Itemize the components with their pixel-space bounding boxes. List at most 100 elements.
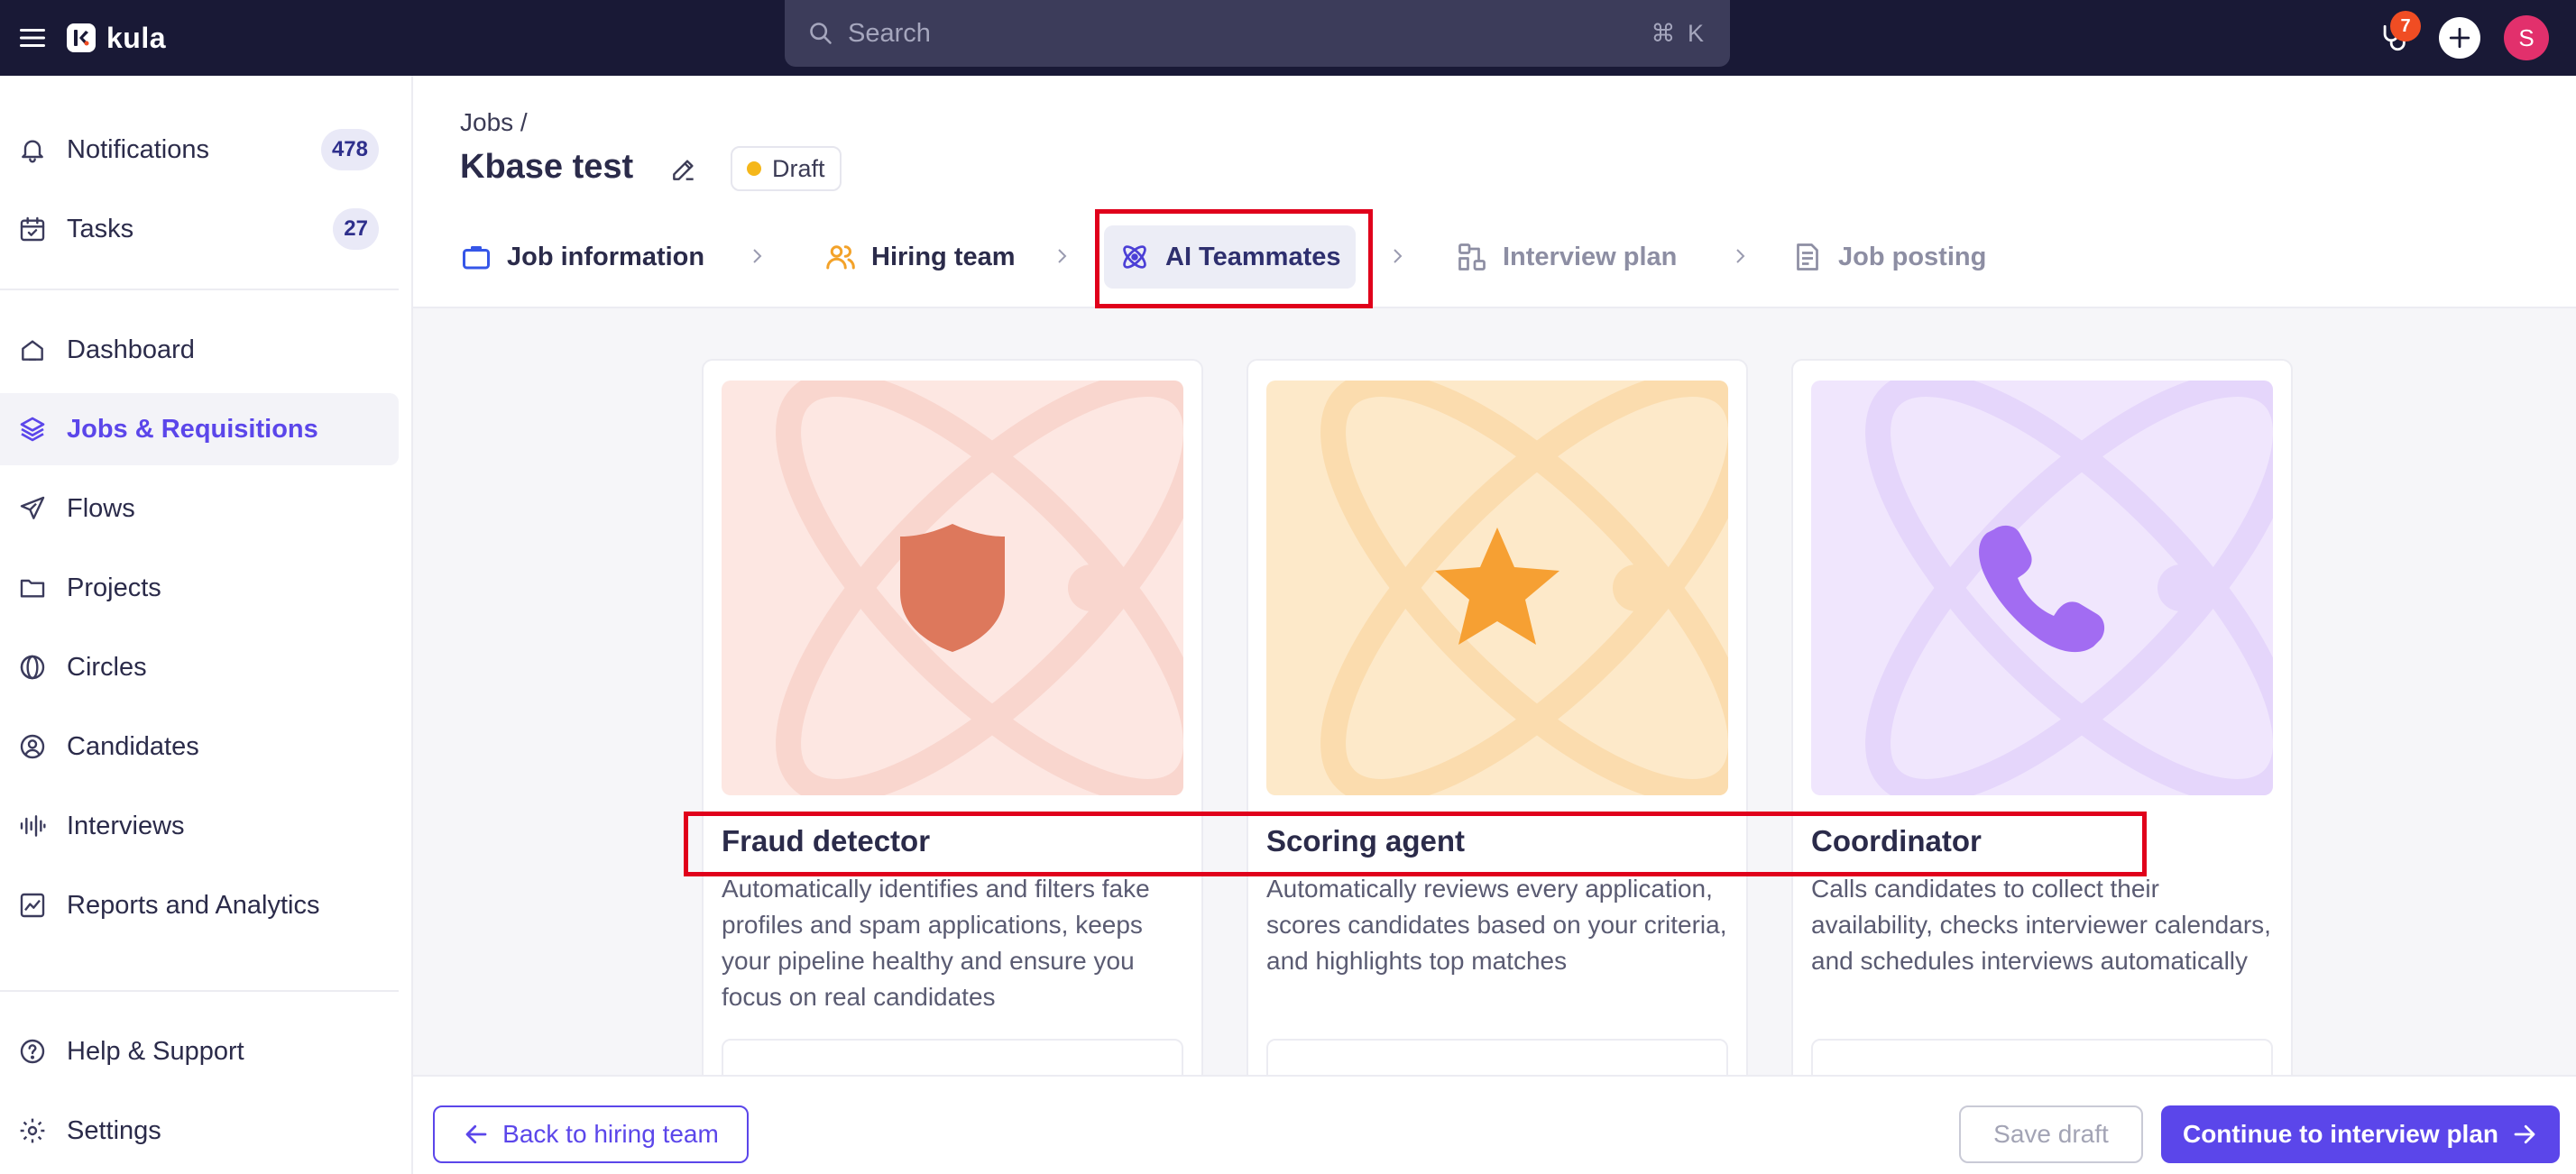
card-title: Coordinator xyxy=(1811,824,1982,858)
bell-icon xyxy=(16,133,49,166)
step-label: AI Teammates xyxy=(1165,242,1341,271)
add-button[interactable] xyxy=(2439,17,2480,59)
search-input[interactable]: Search ⌘ K xyxy=(785,0,1730,67)
step-interview-plan[interactable]: Interview plan xyxy=(1441,225,1691,289)
card-scoring-agent[interactable]: Scoring agent Automatically reviews ever… xyxy=(1247,359,1748,1075)
chevron-right-icon xyxy=(747,245,768,267)
sidebar-item-label: Notifications xyxy=(67,134,209,164)
sidebar-divider xyxy=(0,289,399,290)
card-action-button[interactable] xyxy=(722,1039,1183,1075)
sidebar-item-label: Reports and Analytics xyxy=(67,890,320,920)
user-avatar[interactable]: S xyxy=(2504,15,2549,60)
sidebar-item-label: Flows xyxy=(67,493,135,523)
sidebar-item-label: Dashboard xyxy=(67,335,195,364)
chart-icon xyxy=(16,889,49,922)
calendar-check-icon xyxy=(16,213,49,245)
shield-icon xyxy=(900,524,1005,652)
sidebar-item-label: Settings xyxy=(67,1115,161,1145)
sidebar-item-interviews[interactable]: Interviews xyxy=(0,790,399,862)
card-fraud-detector[interactable]: Fraud detector Automatically identifies … xyxy=(702,359,1203,1075)
back-button-label: Back to hiring team xyxy=(502,1120,719,1148)
save-draft-button[interactable]: Save draft xyxy=(1959,1105,2143,1163)
gear-icon xyxy=(16,1114,49,1147)
card-description: Calls candidates to collect their availa… xyxy=(1811,875,2271,975)
menu-icon[interactable] xyxy=(14,20,51,56)
star-icon xyxy=(1435,527,1559,645)
arrow-left-icon xyxy=(465,1124,487,1144)
help-icon xyxy=(16,1035,49,1068)
search-icon xyxy=(810,23,832,44)
card-action-button[interactable] xyxy=(1266,1039,1728,1075)
sidebar-item-settings[interactable]: Settings xyxy=(0,1095,399,1167)
layers-icon xyxy=(16,413,49,445)
sidebar-item-notifications[interactable]: Notifications 478 xyxy=(0,114,399,186)
status-dot xyxy=(747,161,761,176)
step-hiring-team[interactable]: Hiring team xyxy=(810,225,1030,289)
sidebar-item-label: Tasks xyxy=(67,214,134,243)
sidebar-item-jobs-requisitions[interactable]: Jobs & Requisitions xyxy=(0,393,399,465)
app-logo[interactable]: kula xyxy=(67,14,166,61)
top-bar: kula Search ⌘ K 7 S xyxy=(0,0,2576,76)
notifications-count-badge: 478 xyxy=(320,129,379,170)
arrow-right-icon xyxy=(2514,1124,2535,1144)
step-job-posting[interactable]: Job posting xyxy=(1777,225,2001,289)
user-circle-icon xyxy=(16,730,49,763)
chevron-right-icon xyxy=(1387,245,1409,267)
search-placeholder: Search xyxy=(848,18,931,48)
card-description: Automatically reviews every application,… xyxy=(1266,875,1727,975)
sidebar-item-circles[interactable]: Circles xyxy=(0,631,399,703)
sidebar-item-label: Interviews xyxy=(67,811,185,840)
audio-wave-icon xyxy=(16,810,49,842)
phone-icon xyxy=(1979,525,2105,653)
sidebar-item-tasks[interactable]: Tasks 27 xyxy=(0,193,399,265)
app-name: kula xyxy=(106,21,167,54)
card-illustration xyxy=(1811,381,2273,795)
edit-title-button[interactable] xyxy=(666,151,702,188)
card-coordinator[interactable]: Coordinator Calls candidates to collect … xyxy=(1791,359,2293,1075)
briefcase-icon xyxy=(463,246,490,270)
sidebar-item-projects[interactable]: Projects xyxy=(0,552,399,624)
breadcrumb[interactable]: Jobs / xyxy=(460,108,528,137)
status-badge: Draft xyxy=(731,146,842,191)
sidebar: Notifications 478 Tasks 27 Dashboard Job… xyxy=(0,76,413,1174)
sidebar-item-dashboard[interactable]: Dashboard xyxy=(0,314,399,386)
kula-logo-icon xyxy=(67,23,96,52)
back-to-hiring-team-button[interactable]: Back to hiring team xyxy=(433,1105,749,1163)
sidebar-item-candidates[interactable]: Candidates xyxy=(0,711,399,783)
circles-icon xyxy=(16,651,49,683)
plan-icon xyxy=(1458,243,1486,271)
sidebar-item-help-support[interactable]: Help & Support xyxy=(0,1015,399,1087)
continue-to-interview-plan-button[interactable]: Continue to interview plan xyxy=(2161,1105,2560,1163)
wizard-steps: Job information Hiring team AI Teammates… xyxy=(413,206,2576,308)
step-label: Job posting xyxy=(1838,242,1987,271)
step-ai-teammates[interactable]: AI Teammates xyxy=(1104,225,1356,289)
card-title: Scoring agent xyxy=(1266,824,1466,858)
card-description: Automatically identifies and filters fak… xyxy=(722,875,1150,1011)
save-draft-label: Save draft xyxy=(1993,1120,2109,1148)
continue-button-label: Continue to interview plan xyxy=(2182,1120,2498,1148)
card-illustration xyxy=(1266,381,1728,795)
step-job-information[interactable]: Job information xyxy=(446,225,719,289)
notifications-button[interactable]: 7 xyxy=(2372,11,2421,60)
step-label: Job information xyxy=(507,242,705,271)
tasks-count-badge: 27 xyxy=(333,208,379,250)
sidebar-divider xyxy=(0,990,399,992)
card-action-button[interactable] xyxy=(1811,1039,2273,1075)
sidebar-item-flows[interactable]: Flows xyxy=(0,472,399,545)
card-illustration xyxy=(722,381,1183,795)
step-label: Hiring team xyxy=(871,242,1016,271)
sidebar-item-label: Projects xyxy=(67,573,161,602)
document-icon xyxy=(1797,243,1818,271)
send-icon xyxy=(16,492,49,525)
folder-icon xyxy=(16,572,49,604)
sidebar-item-label: Candidates xyxy=(67,731,199,761)
status-label: Draft xyxy=(772,154,825,182)
chevron-right-icon xyxy=(1730,245,1752,267)
sidebar-item-label: Help & Support xyxy=(67,1036,244,1066)
plus-icon xyxy=(2449,27,2470,49)
sidebar-item-reports-analytics[interactable]: Reports and Analytics xyxy=(0,869,399,941)
sidebar-item-label: Circles xyxy=(67,652,147,682)
search-shortcut: ⌘ K xyxy=(1651,19,1707,47)
ai-teammates-panel: Fraud detector Automatically identifies … xyxy=(413,308,2576,1075)
page-title: Kbase test xyxy=(460,148,634,186)
